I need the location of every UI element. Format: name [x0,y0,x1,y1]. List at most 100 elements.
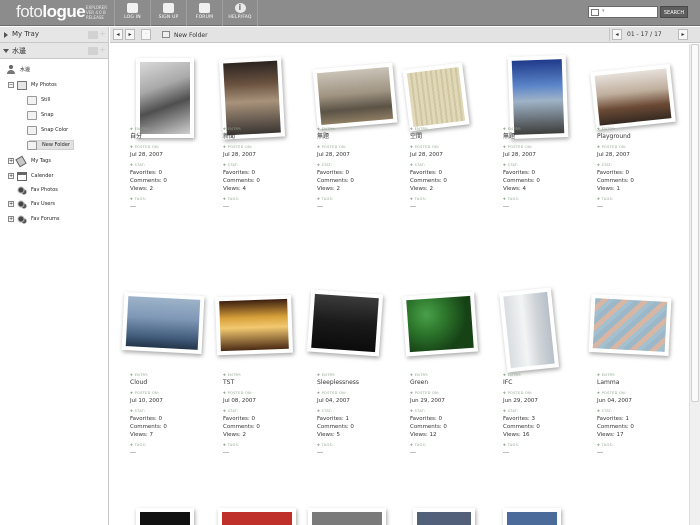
plus-icon[interactable]: + [99,29,106,38]
vertical-scrollbar[interactable] [689,44,700,525]
folder-toolbar: ◂ ▸ · New Folder ◂ 01 - 17 / 17 ▸ [110,27,700,43]
photo-thumbnail[interactable] [588,293,672,357]
tree-folder-snap[interactable]: Snap [27,111,54,120]
posted-date: Jul 08, 2007 [223,398,256,404]
expand-toggle-icon[interactable]: + [8,173,14,179]
photo-thumbnail[interactable] [503,508,561,525]
tree-fav-photos[interactable]: Fav Photos [17,186,58,195]
tags-label: ✚ TAGS: [597,197,614,201]
folder-icon [27,141,37,150]
scrollbar-thumb[interactable] [691,44,699,402]
photo-card[interactable]: ✚ ENTRY: 無題 ✚ POSTED ON: Jul 28, 2007 ✚ STAT… [297,44,398,274]
refresh-button[interactable]: · [141,29,151,40]
entry-label: ✚ ENTRY: [503,127,522,131]
logo-version: EXPLORER VER 4.0 B RELEASE [86,5,107,20]
prev-page-button[interactable]: ◂ [612,29,622,40]
photo-meta: ✚ ENTRY: 無題 ✚ POSTED ON: Jul 28, 2007 ✚ STAT… [503,123,540,211]
tree-fav-forums[interactable]: + Fav Forums [8,215,60,224]
forum-button[interactable]: FORUM [186,0,222,26]
signup-button[interactable]: SIGN UP [150,0,186,26]
photo-image [406,295,474,353]
photo-title[interactable]: Cloud [130,379,167,387]
tags-label: ✚ TAGS: [130,443,147,447]
tree-folder-still[interactable]: Still [27,96,50,105]
tree-fav-users[interactable]: + Fav Users [8,200,55,209]
photo-card[interactable]: ✚ ENTRY: Lamma ✚ POSTED ON: Jun 04, 2007 ✚ S… [577,290,672,520]
photo-thumbnail[interactable] [413,508,475,525]
photo-thumbnail[interactable] [218,508,296,525]
tags-value: --- [223,204,229,210]
tree-my-photos[interactable]: − My Photos [8,81,57,90]
tags-label: ✚ TAGS: [317,197,334,201]
photo-card[interactable]: ✚ ENTRY: Sleeplessness ✚ POSTED ON: Jul 04,… [297,289,384,520]
photo-thumbnail[interactable] [402,62,470,132]
photo-title[interactable]: 空間 [410,133,447,141]
photo-thumbnail[interactable] [136,508,194,525]
photo-title[interactable]: 無題 [317,133,354,141]
photo-card[interactable]: ✚ ENTRY: TST ✚ POSTED ON: Jul 08, 2007 ✚ STA… [203,290,293,520]
photo-thumbnail[interactable] [215,294,293,356]
plus-icon[interactable]: + [99,45,106,54]
photo-title[interactable]: Playground [597,133,634,141]
photo-card[interactable]: ✚ ENTRY: 空間 ✚ POSTED ON: Jul 28, 2007 ✚ STAT… [390,44,472,274]
tags-label: ✚ TAGS: [503,197,520,201]
user-section-header[interactable]: 水邊 + [0,43,108,59]
photo-thumbnail[interactable] [121,291,205,355]
tree-folder-snap-color[interactable]: Snap Color [27,126,68,135]
collapse-toggle-icon[interactable]: − [8,82,14,88]
expand-toggle-icon[interactable]: + [8,158,14,164]
photo-thumbnail[interactable] [306,289,384,357]
tree-my-tags[interactable]: + My Tags [8,155,51,168]
expand-toggle-icon[interactable]: + [8,216,14,222]
search-scope-select[interactable] [591,9,599,16]
photo-thumbnail[interactable] [401,291,479,357]
views-count: Views: 7 [130,432,154,438]
search-input[interactable]: ▾ [588,6,658,18]
favorites-count: Favorites: 0 [410,416,442,422]
search-button[interactable]: SEARCH [660,6,688,18]
back-button[interactable]: ◂ [113,29,123,40]
breadcrumb: New Folder [162,31,208,39]
comments-count: Comments: 0 [503,178,540,184]
info-icon [234,3,246,13]
photo-thumbnail[interactable] [590,63,676,131]
tags-value: --- [130,204,136,210]
photo-title[interactable]: TST [223,379,260,387]
photo-title[interactable]: 無題 [503,133,540,141]
photo-card[interactable]: ✚ ENTRY: 新聞 ✚ POSTED ON: Jul 28, 2007 ✚ STAT… [203,44,286,274]
photo-card[interactable]: ✚ ENTRY: Playground ✚ POSTED ON: Jul 28, 20… [577,44,676,274]
photo-thumbnail[interactable] [312,62,398,130]
photo-image [406,67,466,127]
photo-thumbnail[interactable] [498,287,560,373]
photo-title[interactable]: Lamma [597,379,634,387]
fotologue-logo[interactable]: fotologue [16,2,86,22]
tree-folder-new-folder[interactable]: New Folder [27,140,74,150]
login-button[interactable]: LOG IN [114,0,150,26]
my-tray-header[interactable]: My Tray + [0,27,108,43]
photo-title[interactable]: 新聞 [223,133,260,141]
stat-label: ✚ STAT: [223,163,239,167]
help-faq-button[interactable]: HELP/FAQ [222,0,258,26]
forward-button[interactable]: ▸ [125,29,135,40]
photo-title[interactable]: 自分 [130,133,167,141]
tree-calendar[interactable]: + Calender [8,172,54,181]
photo-card[interactable]: ✚ ENTRY: IFC ✚ POSTED ON: Jun 29, 2007 ✚ STA… [483,287,565,520]
photo-card[interactable]: ✚ ENTRY: Green ✚ POSTED ON: Jun 29, 2007 ✚ S… [390,290,479,520]
tags-label: ✚ TAGS: [317,443,334,447]
favorites-count: Favorites: 1 [597,416,629,422]
tree-user[interactable]: 水邊 [6,65,30,74]
expand-toggle-icon[interactable]: + [8,201,14,207]
photo-card[interactable]: ✚ ENTRY: 自分 ✚ POSTED ON: Jul 28, 2007 ✚ STAT… [110,44,194,274]
folder-icon [27,126,37,135]
favorites-count: Favorites: 0 [223,416,255,422]
photo-meta: ✚ ENTRY: Green ✚ POSTED ON: Jun 29, 2007 ✚ S… [410,369,447,457]
top-bar: fotologue EXPLORER VER 4.0 B RELEASE LOG… [0,0,700,26]
photo-title[interactable]: Green [410,379,447,387]
photo-thumbnail[interactable] [308,508,386,525]
photo-title[interactable]: Sleeplessness [317,379,359,387]
next-page-button[interactable]: ▸ [678,29,688,40]
photo-card[interactable]: ✚ ENTRY: Cloud ✚ POSTED ON: Jul 10, 2007 ✚ S… [110,290,205,520]
photo-card[interactable]: ✚ ENTRY: 無題 ✚ POSTED ON: Jul 28, 2007 ✚ STAT… [483,44,569,274]
photo-title[interactable]: IFC [503,379,540,387]
views-count: Views: 2 [130,186,154,192]
